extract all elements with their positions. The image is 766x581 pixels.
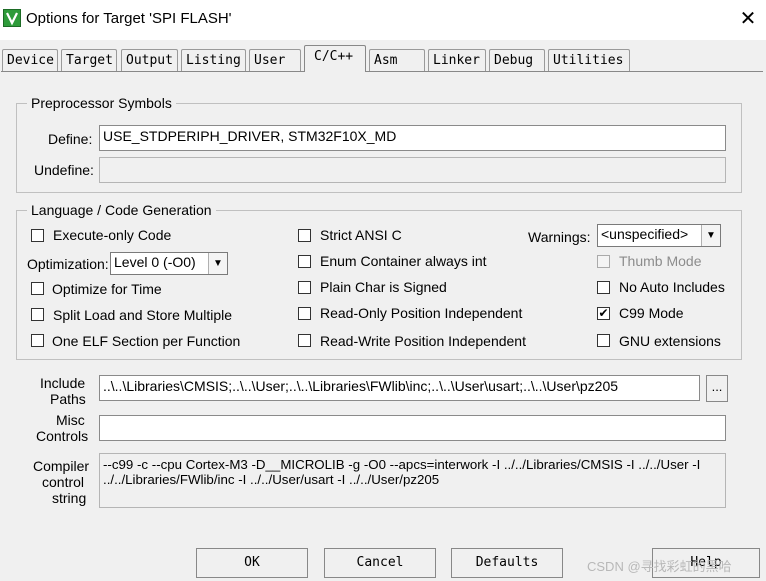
rw-position-independent-checkbox[interactable] <box>298 334 311 347</box>
tab-user[interactable]: User <box>249 49 301 71</box>
preprocessor-group-label: Preprocessor Symbols <box>27 95 176 111</box>
close-icon[interactable]: ✕ <box>736 6 760 32</box>
thumb-mode-label: Thumb Mode <box>619 253 702 269</box>
tab-linker[interactable]: Linker <box>428 49 486 71</box>
watermark: CSDN @寻找彩虹的黑哈 <box>587 559 732 574</box>
warnings-value: <unspecified> <box>601 226 689 242</box>
execute-only-label: Execute-only Code <box>53 227 172 243</box>
define-input[interactable]: USE_STDPERIPH_DRIVER, STM32F10X_MD <box>99 125 726 151</box>
split-load-store-checkbox[interactable] <box>31 308 44 321</box>
tab-utilities[interactable]: Utilities <box>548 49 630 71</box>
plain-char-signed-label: Plain Char is Signed <box>320 279 447 295</box>
misc-controls-label-line1: Misc <box>56 412 85 428</box>
cancel-button[interactable]: Cancel <box>324 548 436 578</box>
no-auto-includes-checkbox[interactable] <box>597 281 610 294</box>
include-paths-label-line2: Paths <box>50 391 86 407</box>
tab-asm[interactable]: Asm <box>369 49 425 71</box>
compiler-control-label-line1: Compiler <box>33 458 90 474</box>
include-paths-input[interactable]: ..\..\Libraries\CMSIS;..\..\User;..\..\L… <box>99 375 700 401</box>
defaults-button[interactable]: Defaults <box>451 548 563 578</box>
tab-output[interactable]: Output <box>121 49 178 71</box>
misc-controls-input[interactable] <box>99 415 726 441</box>
compiler-control-line2: ../../Libraries/FWlib/inc -I ../../User/… <box>103 472 440 487</box>
window-title: Options for Target 'SPI FLASH' <box>26 10 232 27</box>
checkmark-icon: ✔ <box>598 306 609 320</box>
compiler-control-string: --c99 -c --cpu Cortex-M3 -D__MICROLIB -g… <box>99 453 726 508</box>
optimization-value: Level 0 (-O0) <box>114 254 196 270</box>
optimize-for-time-checkbox[interactable] <box>31 282 44 295</box>
ro-position-independent-checkbox[interactable] <box>298 307 311 320</box>
one-elf-section-checkbox[interactable] <box>31 334 44 347</box>
include-paths-browse-button[interactable]: ... <box>706 375 728 402</box>
misc-controls-label-line2: Controls <box>36 428 89 444</box>
optimization-label: Optimization: <box>27 256 109 272</box>
thumb-mode-checkbox[interactable] <box>597 255 610 268</box>
gnu-extensions-label: GNU extensions <box>619 333 721 349</box>
optimization-select[interactable]: Level 0 (-O0) ▼ <box>110 252 228 275</box>
compiler-control-label-line2: control <box>42 474 85 490</box>
chevron-down-icon: ▼ <box>208 253 227 274</box>
c99-mode-checkbox[interactable]: ✔ <box>597 307 610 320</box>
keil-vision-icon <box>3 9 21 27</box>
undefine-input[interactable] <box>99 157 726 183</box>
warnings-label: Warnings: <box>528 229 591 245</box>
chevron-down-icon: ▼ <box>701 225 720 246</box>
ro-position-independent-label: Read-Only Position Independent <box>320 305 523 321</box>
one-elf-section-label: One ELF Section per Function <box>52 333 241 349</box>
plain-char-signed-checkbox[interactable] <box>298 281 311 294</box>
tab-device[interactable]: Device <box>2 49 58 71</box>
rw-position-independent-label: Read-Write Position Independent <box>320 333 526 349</box>
undefine-label: Undefine: <box>34 162 94 178</box>
ok-button[interactable]: OK <box>196 548 308 578</box>
c99-mode-label: C99 Mode <box>619 305 684 321</box>
enum-container-label: Enum Container always int <box>320 253 487 269</box>
strict-ansi-checkbox[interactable] <box>298 229 311 242</box>
strict-ansi-label: Strict ANSI C <box>320 227 402 243</box>
tab-listing[interactable]: Listing <box>181 49 246 71</box>
include-paths-label-line1: Include <box>40 375 86 391</box>
tab-target[interactable]: Target <box>61 49 117 71</box>
optimize-for-time-label: Optimize for Time <box>52 281 162 297</box>
no-auto-includes-label: No Auto Includes <box>619 279 725 295</box>
warnings-select[interactable]: <unspecified> ▼ <box>597 224 721 247</box>
tab-debug[interactable]: Debug <box>489 49 545 71</box>
tab-c-cpp[interactable]: C/C++ <box>304 45 366 72</box>
codegen-group-label: Language / Code Generation <box>27 202 216 218</box>
define-label: Define: <box>48 131 93 147</box>
compiler-control-line1: --c99 -c --cpu Cortex-M3 -D__MICROLIB -g… <box>103 457 701 472</box>
compiler-control-label-line3: string <box>52 490 87 506</box>
enum-container-checkbox[interactable] <box>298 255 311 268</box>
gnu-extensions-checkbox[interactable] <box>597 334 610 347</box>
execute-only-checkbox[interactable] <box>31 229 44 242</box>
split-load-store-label: Split Load and Store Multiple <box>53 307 232 323</box>
